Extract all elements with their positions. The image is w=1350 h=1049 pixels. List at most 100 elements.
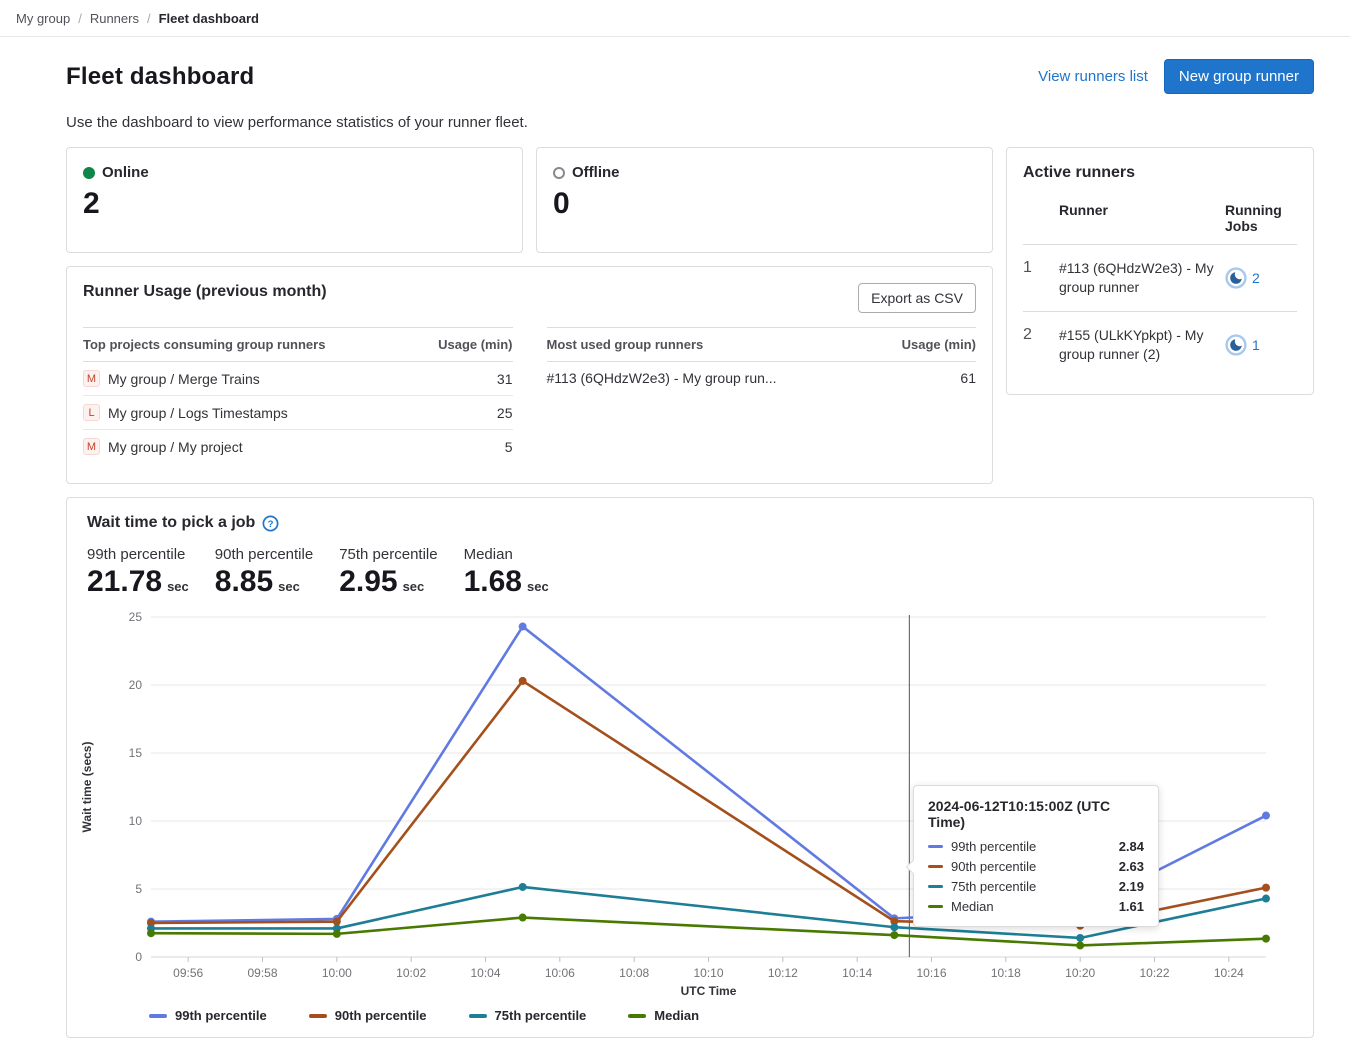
tooltip-row: 99th percentile 2.84 bbox=[928, 839, 1144, 854]
stat-value: 1.68 bbox=[464, 565, 522, 599]
svg-text:10:22: 10:22 bbox=[1139, 966, 1169, 980]
stat-label: 99th percentile bbox=[87, 546, 189, 563]
stat-99th: 99th percentile 21.78 sec bbox=[87, 546, 189, 599]
running-status-icon bbox=[1225, 334, 1247, 356]
legend-label: 90th percentile bbox=[335, 1008, 427, 1023]
help-icon[interactable]: ? bbox=[262, 515, 279, 532]
legend-item-75th[interactable]: 75th percentile bbox=[469, 1008, 587, 1023]
new-group-runner-button[interactable]: New group runner bbox=[1164, 59, 1314, 94]
svg-text:?: ? bbox=[268, 518, 274, 529]
wait-time-chart[interactable]: 051015202509:5609:5810:0010:0210:0410:06… bbox=[67, 607, 1313, 1004]
svg-text:10: 10 bbox=[129, 814, 143, 828]
chart-legend: 99th percentile 90th percentile 75th per… bbox=[67, 1008, 1313, 1023]
active-runner-row: 1 #113 (6QHdzW2e3) - My group runner 2 bbox=[1023, 245, 1297, 312]
series-swatch bbox=[928, 865, 943, 868]
svg-text:09:58: 09:58 bbox=[247, 966, 277, 980]
tooltip-row: 75th percentile 2.19 bbox=[928, 879, 1144, 894]
project-avatar: L bbox=[83, 404, 100, 421]
offline-label: Offline bbox=[572, 164, 620, 181]
running-jobs-count[interactable]: 2 bbox=[1252, 270, 1260, 286]
table-row: M My group / My project 5 bbox=[83, 430, 513, 463]
stat-90th: 90th percentile 8.85sec bbox=[215, 546, 313, 599]
stat-label: 75th percentile bbox=[339, 546, 437, 563]
legend-item-99th[interactable]: 99th percentile bbox=[149, 1008, 267, 1023]
svg-text:10:10: 10:10 bbox=[693, 966, 723, 980]
wait-time-card: Wait time to pick a job ? 99th percentil… bbox=[66, 497, 1314, 1038]
project-usage: 25 bbox=[497, 405, 513, 421]
legend-item-90th[interactable]: 90th percentile bbox=[309, 1008, 427, 1023]
stat-value: 21.78 bbox=[87, 565, 162, 599]
running-jobs-count[interactable]: 1 bbox=[1252, 337, 1260, 353]
project-usage: 31 bbox=[497, 371, 513, 387]
svg-text:5: 5 bbox=[135, 882, 142, 896]
runner-usage-title: Runner Usage (previous month) bbox=[83, 283, 327, 301]
offline-count: 0 bbox=[553, 187, 976, 221]
runner-rank: 2 bbox=[1023, 326, 1059, 344]
page-header: Fleet dashboard View runners list New gr… bbox=[66, 59, 1314, 94]
series-value: 1.61 bbox=[1119, 899, 1144, 914]
stat-value: 8.85 bbox=[215, 565, 273, 599]
offline-runners-card: Offline 0 bbox=[536, 147, 993, 253]
stat-label: Median bbox=[464, 546, 549, 563]
project-avatar: M bbox=[83, 370, 100, 387]
wait-time-title: Wait time to pick a job bbox=[87, 514, 255, 532]
runner-usage-card: Runner Usage (previous month) Export as … bbox=[66, 266, 993, 484]
svg-text:10:08: 10:08 bbox=[619, 966, 649, 980]
legend-label: Median bbox=[654, 1008, 699, 1023]
svg-text:20: 20 bbox=[129, 678, 143, 692]
project-name: My group / Logs Timestamps bbox=[108, 405, 288, 421]
stat-unit: sec bbox=[403, 579, 425, 594]
breadcrumb: My group / Runners / Fleet dashboard bbox=[0, 0, 1350, 37]
project-avatar: M bbox=[83, 438, 100, 455]
svg-text:10:06: 10:06 bbox=[545, 966, 575, 980]
breadcrumb-runners[interactable]: Runners bbox=[90, 11, 139, 26]
runner-col-header: Runner bbox=[1059, 202, 1225, 234]
runner-name[interactable]: #155 (ULkKYpkpt) - My group runner (2) bbox=[1059, 326, 1225, 364]
breadcrumb-separator: / bbox=[78, 11, 82, 26]
stat-unit: sec bbox=[527, 579, 549, 594]
svg-text:10:16: 10:16 bbox=[916, 966, 946, 980]
series-swatch bbox=[928, 885, 943, 888]
svg-text:10:18: 10:18 bbox=[991, 966, 1021, 980]
svg-text:10:20: 10:20 bbox=[1065, 966, 1095, 980]
breadcrumb-fleet-dashboard: Fleet dashboard bbox=[159, 11, 259, 26]
svg-text:09:56: 09:56 bbox=[173, 966, 203, 980]
page-description: Use the dashboard to view performance st… bbox=[66, 114, 1314, 131]
top-projects-col-header: Top projects consuming group runners bbox=[83, 337, 325, 352]
runner-usage-value: 61 bbox=[960, 370, 976, 386]
offline-status-icon bbox=[553, 167, 565, 179]
series-value: 2.19 bbox=[1119, 879, 1144, 894]
tooltip-row: 90th percentile 2.63 bbox=[928, 859, 1144, 874]
svg-text:0: 0 bbox=[135, 950, 142, 964]
stat-label: 90th percentile bbox=[215, 546, 313, 563]
breadcrumb-my-group[interactable]: My group bbox=[16, 11, 70, 26]
tooltip-title: 2024-06-12T10:15:00Z (UTC Time) bbox=[928, 798, 1144, 830]
svg-text:Wait time (secs): Wait time (secs) bbox=[80, 742, 94, 833]
table-row: #113 (6QHdzW2e3) - My group run... 61 bbox=[547, 362, 977, 394]
legend-swatch bbox=[469, 1014, 487, 1018]
svg-text:10:00: 10:00 bbox=[322, 966, 352, 980]
running-jobs-col-header: Running Jobs bbox=[1225, 202, 1297, 234]
legend-item-median[interactable]: Median bbox=[628, 1008, 699, 1023]
svg-text:10:04: 10:04 bbox=[470, 966, 500, 980]
top-projects-table: Top projects consuming group runners Usa… bbox=[83, 327, 513, 463]
usage-min-col-header: Usage (min) bbox=[902, 337, 976, 352]
stat-unit: sec bbox=[167, 579, 189, 594]
svg-text:10:24: 10:24 bbox=[1214, 966, 1244, 980]
active-runners-title: Active runners bbox=[1023, 164, 1297, 182]
legend-swatch bbox=[309, 1014, 327, 1018]
most-used-runners-table: Most used group runners Usage (min) #113… bbox=[547, 327, 977, 463]
series-label: 99th percentile bbox=[951, 839, 1111, 854]
series-value: 2.63 bbox=[1119, 859, 1144, 874]
series-label: 90th percentile bbox=[951, 859, 1111, 874]
most-used-col-header: Most used group runners bbox=[547, 337, 704, 352]
view-runners-list-link[interactable]: View runners list bbox=[1038, 68, 1148, 85]
runner-name[interactable]: #113 (6QHdzW2e3) - My group runner bbox=[1059, 259, 1225, 297]
svg-text:10:02: 10:02 bbox=[396, 966, 426, 980]
usage-min-col-header: Usage (min) bbox=[438, 337, 512, 352]
running-status-icon bbox=[1225, 267, 1247, 289]
export-csv-button[interactable]: Export as CSV bbox=[858, 283, 976, 313]
series-value: 2.84 bbox=[1119, 839, 1144, 854]
online-count: 2 bbox=[83, 187, 506, 221]
fleet-dashboard-page: My group / Runners / Fleet dashboard Fle… bbox=[0, 0, 1350, 1049]
